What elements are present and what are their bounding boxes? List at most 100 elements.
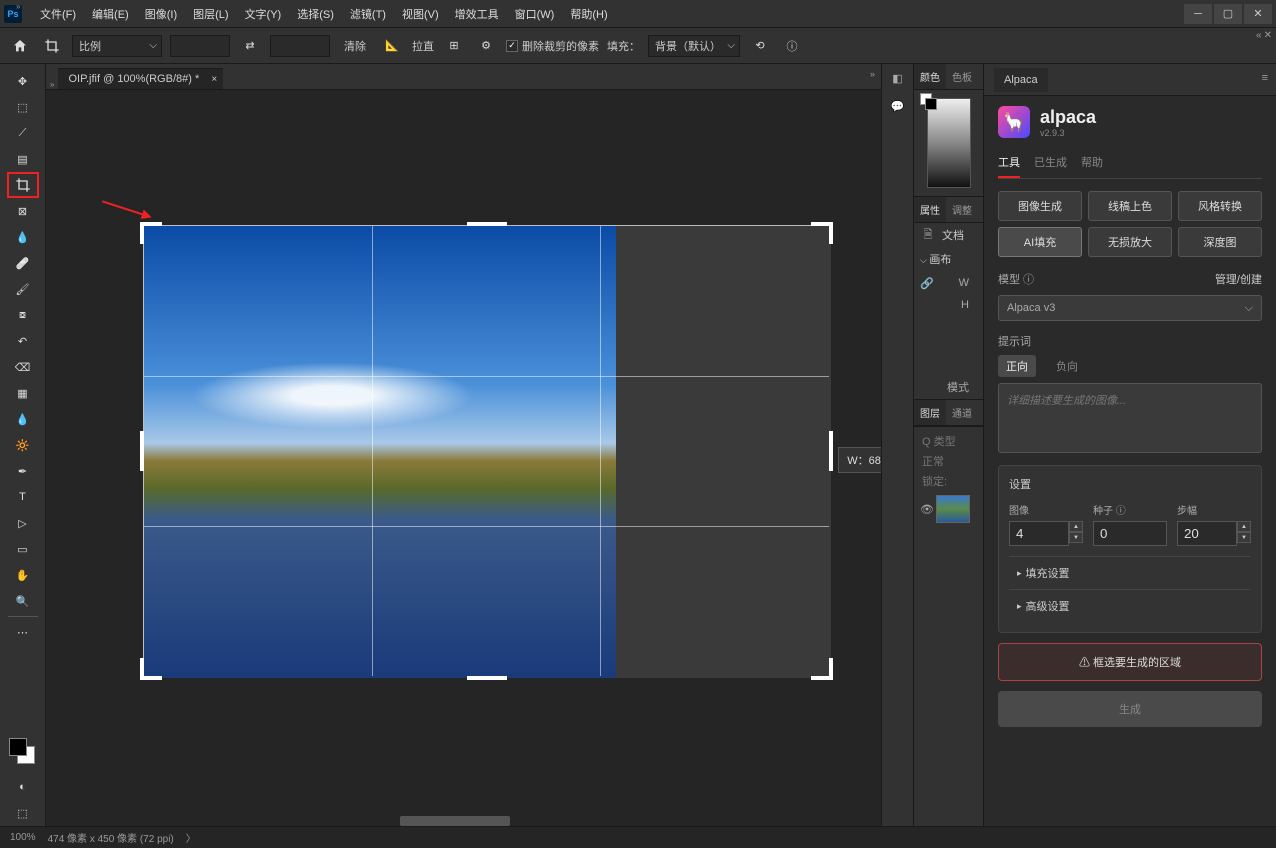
crop-frame[interactable]: W：682 像素 [143,225,830,677]
color-ramp[interactable] [927,98,971,188]
panel-menu-icon[interactable]: ≡ [1262,72,1268,84]
tab-channels[interactable]: 通道 [946,400,978,425]
prompt-textarea[interactable]: 详细描述要生成的图像... [998,383,1262,453]
seed-input[interactable] [1093,521,1167,546]
steps-input[interactable] [1177,521,1237,546]
close-button[interactable]: ✕ [1244,4,1272,24]
btn-depth[interactable]: 深度图 [1178,227,1262,257]
zoom-tool[interactable]: 🔍 [7,588,39,614]
menu-image[interactable]: 图像(I) [137,6,185,22]
alpaca-tab-help[interactable]: 帮助 [1081,154,1103,178]
tab-color[interactable]: 颜色 [914,64,946,89]
frame-tool[interactable]: ⊠ [7,198,39,224]
btn-upscale[interactable]: 无损放大 [1088,227,1172,257]
horizontal-scrollbar[interactable] [400,816,510,826]
images-input[interactable] [1009,521,1069,546]
crop-height-input[interactable] [270,35,330,57]
panel-icon-2[interactable]: 💬 [888,98,908,114]
eraser-tool[interactable]: ⌫ [7,354,39,380]
fill-dropdown[interactable]: 背景（默认） [648,35,740,57]
crop-tool[interactable] [7,172,39,198]
steps-down[interactable]: ▼ [1237,532,1251,543]
eyedropper-tool[interactable]: 💧 [7,224,39,250]
rectangle-tool[interactable]: ▭ [7,536,39,562]
alpaca-panel-tab[interactable]: Alpaca [994,68,1048,92]
alpaca-tab-tools[interactable]: 工具 [998,154,1020,178]
manage-models-link[interactable]: 管理/创建 [1215,271,1262,287]
model-select[interactable]: Alpaca v3 [998,295,1262,321]
dodge-tool[interactable]: 🔆 [7,432,39,458]
type-tool[interactable]: T [7,484,39,510]
straighten-icon[interactable]: 📐 [380,34,404,58]
lasso-tool[interactable]: ⟋ [7,120,39,146]
blur-tool[interactable]: 💧 [7,406,39,432]
settings-gear-icon[interactable]: ⚙ [474,34,498,58]
home-icon[interactable] [8,34,32,58]
document-tab[interactable]: OIP.jfif @ 100%(RGB/8#) *× [58,68,223,89]
blend-mode[interactable]: 正常 [918,451,979,471]
tab-overflow-icon[interactable]: » [870,69,875,79]
images-down[interactable]: ▼ [1069,532,1083,543]
prompt-tab-negative[interactable]: 负向 [1048,355,1086,377]
menu-window[interactable]: 窗口(W) [507,6,563,22]
color-swatches[interactable] [9,738,37,766]
quick-select-tool[interactable]: ▤ [7,146,39,172]
crop-width-input[interactable] [170,35,230,57]
layer-thumbnail[interactable] [936,495,970,523]
hand-tool[interactable]: ✋ [7,562,39,588]
minimize-button[interactable]: ─ [1184,4,1212,24]
history-brush-tool[interactable]: ↶ [7,328,39,354]
tab-swatches[interactable]: 色板 [946,64,978,89]
quick-mask-tool[interactable]: ◐ [7,774,39,800]
clone-stamp-tool[interactable]: ⧇ [7,302,39,328]
marquee-tool[interactable]: ⬚ [7,94,39,120]
move-tool[interactable]: ✥ [7,68,39,94]
panel-close-icon[interactable]: ✕ [1264,30,1272,41]
info-icon[interactable]: ⓘ [780,34,804,58]
maximize-button[interactable]: ▢ [1214,4,1242,24]
visibility-icon[interactable]: 👁 [920,503,932,516]
zoom-level[interactable]: 100% [10,832,36,843]
delete-cropped-checkbox[interactable] [506,40,518,52]
layer-search[interactable]: Q 类型 [918,431,979,451]
btn-sketch-color[interactable]: 线稿上色 [1088,191,1172,221]
crop-tool-icon[interactable] [40,34,64,58]
screen-mode-tool[interactable]: ⬚ [7,800,39,826]
tab-layers[interactable]: 图层 [914,400,946,425]
tab-expand-icon[interactable]: » [50,80,54,89]
brush-tool[interactable]: 🖌 [7,276,39,302]
healing-brush-tool[interactable]: 🩹 [7,250,39,276]
link-icon[interactable]: 🔗 [920,275,934,291]
tab-adjustments[interactable]: 调整 [946,197,978,222]
menu-file[interactable]: 文件(F) [32,6,84,22]
prompt-tab-positive[interactable]: 正向 [998,355,1036,377]
path-select-tool[interactable]: ▷ [7,510,39,536]
generate-button[interactable]: 生成 [998,691,1262,727]
advanced-settings-accordion[interactable]: 高级设置 [1009,589,1251,622]
images-up[interactable]: ▲ [1069,521,1083,532]
swap-dims-icon[interactable]: ⇄ [238,34,262,58]
btn-ai-fill[interactable]: AI填充 [998,227,1082,257]
ratio-dropdown[interactable]: 比例 [72,35,162,57]
grid-overlay-icon[interactable]: ⊞ [442,34,466,58]
steps-up[interactable]: ▲ [1237,521,1251,532]
select-region-warning[interactable]: 框选要生成的区域 [998,643,1262,681]
menu-help[interactable]: 帮助(H) [562,6,615,22]
fill-settings-accordion[interactable]: 填充设置 [1009,556,1251,589]
menu-view[interactable]: 视图(V) [394,6,447,22]
pen-tool[interactable]: ✒ [7,458,39,484]
edit-toolbar[interactable]: ⋯ [7,619,39,645]
menu-plugins[interactable]: 增效工具 [447,6,507,22]
menu-filter[interactable]: 滤镜(T) [342,6,394,22]
menu-edit[interactable]: 编辑(E) [84,6,137,22]
menu-layer[interactable]: 图层(L) [185,6,236,22]
tab-close-icon[interactable]: × [211,74,217,85]
tab-properties[interactable]: 属性 [914,197,946,222]
btn-image-gen[interactable]: 图像生成 [998,191,1082,221]
canvas[interactable]: W：682 像素 [46,90,881,826]
status-chevron-icon[interactable]: 〉 [186,830,196,845]
reset-icon[interactable]: ⟲ [748,34,772,58]
gradient-tool[interactable]: ▦ [7,380,39,406]
canvas-section[interactable]: 画布 [914,247,983,271]
menu-type[interactable]: 文字(Y) [237,6,290,22]
